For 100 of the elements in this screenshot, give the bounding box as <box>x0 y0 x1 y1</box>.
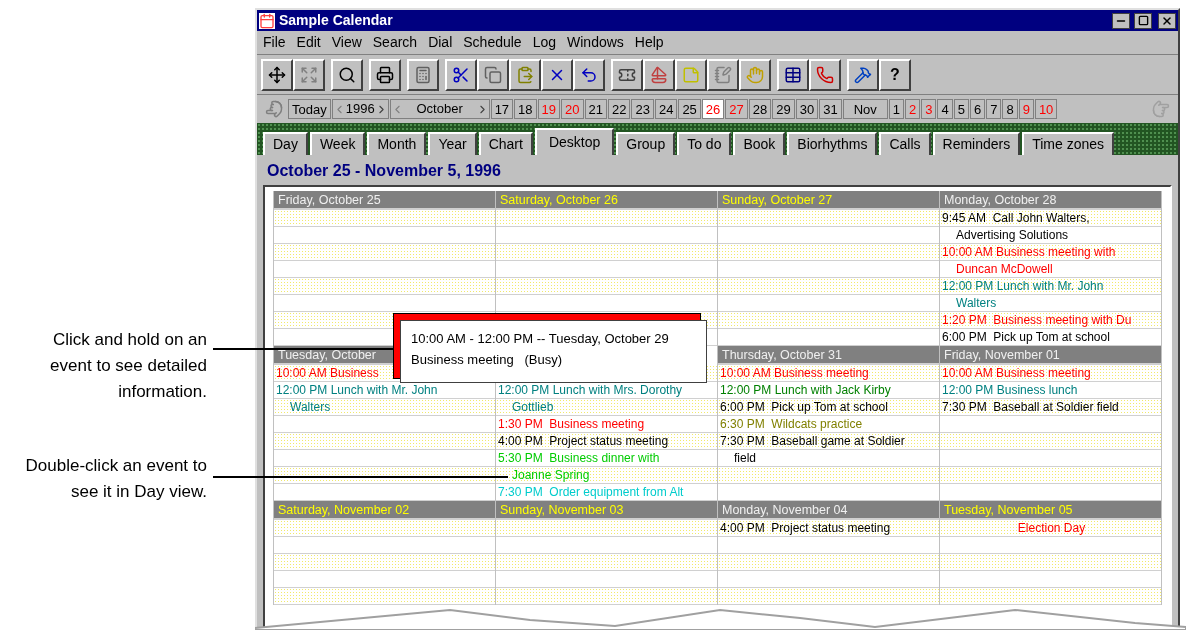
view-tab[interactable]: Year <box>428 132 477 155</box>
menu-item[interactable]: Schedule <box>463 32 522 53</box>
view-tab[interactable]: To do <box>677 132 732 155</box>
day-number[interactable]: 26 <box>701 99 725 119</box>
event-text[interactable]: field <box>718 450 756 466</box>
event-text[interactable]: 7:30 PM Baseball game at Soldier <box>718 433 905 449</box>
event-text[interactable]: Duncan McDowell <box>940 261 1053 277</box>
phone-button[interactable] <box>809 58 841 91</box>
day-number[interactable]: 25 <box>678 99 701 119</box>
search-button[interactable] <box>331 58 363 91</box>
day-number[interactable]: 7 <box>986 99 1002 119</box>
day-number[interactable]: 6 <box>969 99 986 119</box>
event-text[interactable]: Election Day <box>1015 520 1086 536</box>
view-tab[interactable]: Day <box>263 132 308 155</box>
hand-icon <box>746 65 764 84</box>
event-text[interactable]: 12:00 PM Business lunch <box>940 382 1078 398</box>
event-text[interactable]: 6:00 PM Pick up Tom at school <box>940 329 1110 345</box>
paste-button[interactable] <box>509 58 541 91</box>
event-text[interactable]: 12:00 PM Lunch with Mr. John <box>274 382 438 398</box>
copy-button[interactable] <box>477 58 509 91</box>
view-tab[interactable]: Biorhythms <box>787 132 878 155</box>
month-spinner[interactable]: October <box>389 99 490 119</box>
maximize-button[interactable] <box>1134 12 1152 29</box>
event-text[interactable]: 9:45 AM Call John Walters, <box>940 210 1090 226</box>
sailboat-button[interactable] <box>643 58 675 91</box>
hand-button[interactable] <box>739 58 771 91</box>
view-tab[interactable]: Calls <box>879 132 931 155</box>
help-button[interactable]: ? <box>879 58 911 91</box>
view-tab[interactable]: Week <box>309 132 366 155</box>
event-text[interactable]: Walters <box>940 295 997 311</box>
event-text[interactable]: Walters <box>274 399 331 415</box>
event-text[interactable]: 10:00 AM Business meeting <box>718 365 869 381</box>
day-number[interactable]: 28 <box>748 99 772 119</box>
day-number[interactable]: 31 <box>819 99 842 119</box>
day-number[interactable]: 22 <box>607 99 631 119</box>
menu-item[interactable]: Help <box>634 32 664 53</box>
day-number[interactable]: 21 <box>584 99 607 119</box>
calculator-button[interactable] <box>407 58 439 91</box>
event-text[interactable]: 12:00 PM Lunch with Jack Kirby <box>718 382 891 398</box>
day-number[interactable]: 17 <box>490 99 514 119</box>
event-text[interactable]: 4:00 PM Project status meeting <box>496 433 669 449</box>
day-number[interactable]: 1 <box>888 99 904 119</box>
pointing-hand-icon <box>1152 100 1170 118</box>
day-number[interactable]: 5 <box>953 99 969 119</box>
event-text[interactable]: 10:00 AM Business meeting <box>940 365 1091 381</box>
view-tab[interactable]: Reminders <box>932 132 1021 155</box>
year-spinner[interactable]: 1996 <box>331 99 389 119</box>
event-text[interactable]: 4:00 PM Project status meeting <box>718 520 891 536</box>
close-button[interactable] <box>1158 12 1176 29</box>
cut-icon <box>452 65 470 84</box>
view-tab[interactable]: Group <box>616 132 676 155</box>
event-text[interactable]: 10:00 AM Business <box>274 365 379 381</box>
event-text[interactable]: 12:00 PM Lunch with Mrs. Dorothy <box>496 382 683 398</box>
day-header: Tuesday, November 05 <box>940 501 1161 520</box>
minimize-button[interactable] <box>1112 12 1130 29</box>
undo-button[interactable] <box>573 58 605 91</box>
move-button[interactable] <box>261 58 293 91</box>
event-text[interactable]: 6:30 PM Wildcats practice <box>718 416 863 432</box>
today-button[interactable]: Today <box>288 99 331 119</box>
day-number[interactable]: 4 <box>937 99 953 119</box>
event-text[interactable]: 6:00 PM Pick up Tom at school <box>718 399 888 415</box>
notebook-button[interactable] <box>707 58 739 91</box>
event-text[interactable]: 1:30 PM Business meeting <box>496 416 645 432</box>
ticket-button[interactable] <box>611 58 643 91</box>
day-header: Friday, November 01 <box>940 346 1161 365</box>
event-text[interactable]: 12:00 PM Lunch with Mr. John <box>940 278 1104 294</box>
menu-item[interactable]: File <box>263 32 286 53</box>
cut-button[interactable] <box>445 58 477 91</box>
event-text[interactable]: 10:00 AM Business meeting with <box>940 244 1116 260</box>
event-text[interactable]: Advertising Solutions <box>940 227 1069 243</box>
event-text[interactable]: Gottlieb <box>496 399 554 415</box>
event-text[interactable]: 1:20 PM Business meeting with Du <box>940 312 1132 328</box>
print-button[interactable] <box>369 58 401 91</box>
day-number[interactable]: 18 <box>514 99 537 119</box>
table-button[interactable] <box>777 58 809 91</box>
calendar-icon <box>259 12 275 29</box>
menu-item[interactable]: Edit <box>296 32 321 53</box>
view-tab[interactable]: Time zones <box>1022 132 1115 155</box>
menu-item[interactable]: Search <box>372 32 418 53</box>
day-number[interactable]: 30 <box>795 99 819 119</box>
day-header: Saturday, October 26 <box>496 191 717 210</box>
day-number[interactable]: 8 <box>1002 99 1018 119</box>
menu-item[interactable]: View <box>331 32 362 53</box>
day-number[interactable]: 29 <box>772 99 795 119</box>
delete-button[interactable] <box>541 58 573 91</box>
day-number[interactable]: 24 <box>654 99 678 119</box>
day-number[interactable]: 23 <box>631 99 654 119</box>
menu-item[interactable]: Log <box>532 32 556 53</box>
pointing-hand-icon <box>265 100 283 118</box>
hammer-button[interactable] <box>847 58 879 91</box>
menu-item[interactable]: Windows <box>567 32 624 53</box>
note-button[interactable] <box>675 58 707 91</box>
event-text[interactable]: 7:30 PM Baseball at Soldier field <box>940 399 1119 415</box>
expand-button[interactable] <box>293 58 325 91</box>
month-label[interactable]: Nov <box>842 99 888 119</box>
view-tab[interactable]: Book <box>733 132 786 155</box>
view-tab[interactable]: Chart <box>478 132 533 155</box>
view-tab[interactable]: Desktop <box>534 128 615 155</box>
view-tab[interactable]: Month <box>367 132 427 155</box>
menu-item[interactable]: Dial <box>428 32 453 53</box>
